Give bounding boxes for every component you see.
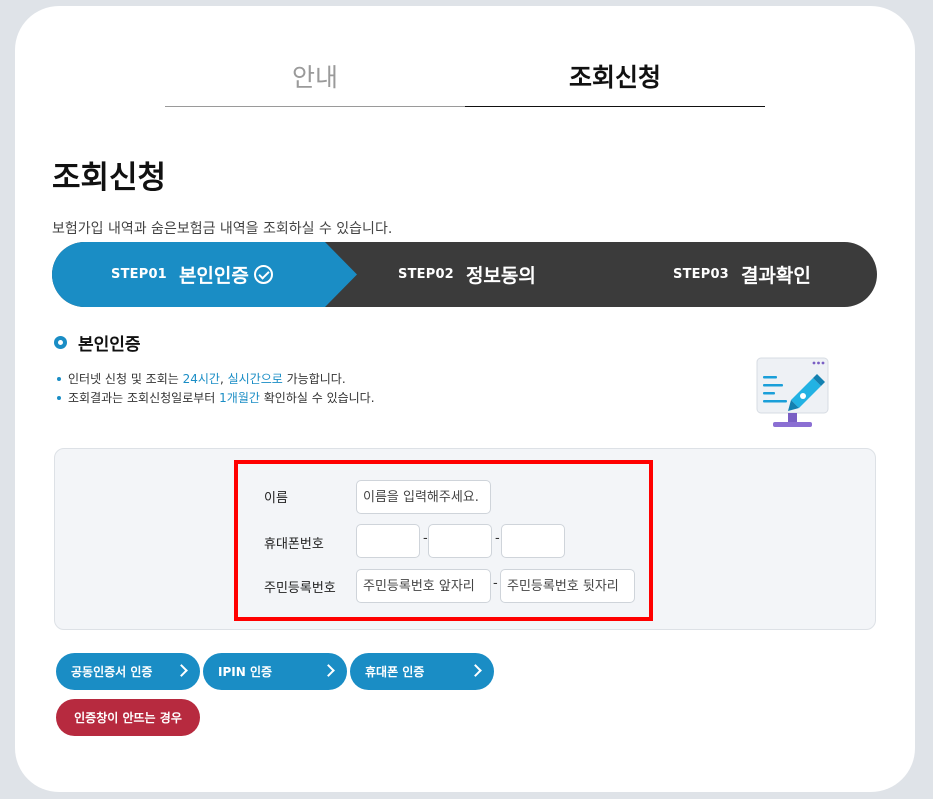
page-subtitle: 보험가입 내역과 숨은보험금 내역을 조회하실 수 있습니다.: [52, 221, 393, 237]
name-label: 이름: [264, 491, 288, 506]
note-text: 확인하실 수 있습니다.: [259, 391, 375, 405]
note-highlight: 1개월간: [219, 391, 260, 405]
list-item: 조회결과는 조회신청일로부터 1개월간 확인하실 수 있습니다.: [55, 390, 375, 406]
button-label: IPIN 인증: [218, 665, 273, 679]
rrn-front-input[interactable]: [356, 569, 491, 603]
note-text: ,: [219, 372, 228, 386]
mobile-phone-auth-button[interactable]: 휴대폰 인증: [350, 653, 494, 690]
phone-separator: -: [495, 531, 500, 546]
name-input[interactable]: [356, 480, 491, 514]
step-label: 결과확인: [740, 265, 811, 287]
step-identity-verification: STEP01 본인인증: [111, 242, 273, 307]
chevron-right-icon: [322, 664, 335, 677]
button-label: 휴대폰 인증: [365, 665, 425, 679]
phone-part3-input[interactable]: [501, 524, 565, 558]
auth-window-help-button[interactable]: 인증창이 안뜨는 경우: [56, 699, 200, 736]
section-heading: 본인인증: [54, 330, 141, 355]
rrn-label: 주민등록번호: [264, 581, 336, 596]
step-label: 정보동의: [465, 265, 536, 287]
phone-part2-input[interactable]: [428, 524, 492, 558]
note-text: 조회결과는 조회신청일로부터: [68, 391, 220, 405]
phone-label: 휴대폰번호: [264, 537, 324, 552]
rrn-back-input[interactable]: [500, 569, 635, 603]
rrn-separator: -: [493, 576, 498, 591]
tab-inquiry-request[interactable]: 조회신청: [465, 56, 765, 107]
note-text: 인터넷 신청 및 조회는: [68, 372, 183, 386]
section-title: 본인인증: [78, 335, 141, 355]
monitor-pen-illustration-icon: [756, 357, 829, 427]
step-number: STEP03: [673, 267, 729, 282]
step-number: STEP02: [398, 267, 454, 282]
check-circle-icon: [253, 265, 273, 284]
step-progress-bar: STEP01 본인인증 STEP02 정보동의 STEP03 결과확인: [52, 242, 877, 307]
step-label: 본인인증: [178, 265, 249, 287]
chevron-right-icon: [469, 664, 482, 677]
step-result-check: STEP03 결과확인: [673, 242, 811, 307]
chevron-right-icon: [175, 664, 188, 677]
tab-guide[interactable]: 안내: [165, 56, 465, 107]
list-item: 인터넷 신청 및 조회는 24시간, 실시간으로 가능합니다.: [55, 371, 375, 387]
main-card: 안내 조회신청 조회신청 보험가입 내역과 숨은보험금 내역을 조회하실 수 있…: [15, 6, 915, 792]
joint-certificate-auth-button[interactable]: 공동인증서 인증: [56, 653, 200, 690]
phone-separator: -: [423, 531, 428, 546]
button-label: 인증창이 안뜨는 경우: [74, 711, 182, 725]
step-info-consent: STEP02 정보동의: [398, 242, 536, 307]
ring-bullet-icon: [54, 336, 67, 349]
notice-list: 인터넷 신청 및 조회는 24시간, 실시간으로 가능합니다. 조회결과는 조회…: [55, 371, 375, 409]
note-text: 가능합니다.: [282, 372, 346, 386]
tab-bar: 안내 조회신청: [165, 56, 765, 107]
button-label: 공동인증서 인증: [71, 665, 153, 679]
ipin-auth-button[interactable]: IPIN 인증: [203, 653, 347, 690]
step-number: STEP01: [111, 267, 167, 282]
note-highlight: 실시간으로: [227, 372, 283, 386]
page-title: 조회신청: [52, 160, 167, 196]
phone-part1-input[interactable]: [356, 524, 420, 558]
note-highlight: 24시간: [182, 372, 220, 386]
